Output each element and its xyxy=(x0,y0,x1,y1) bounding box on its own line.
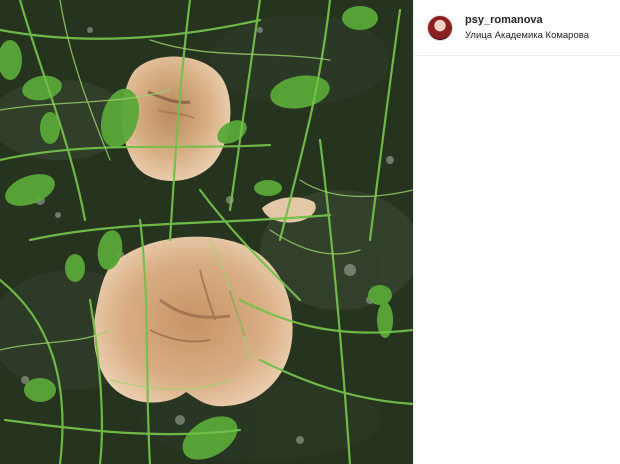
mushrooms-photo xyxy=(0,0,413,464)
post-meta: psy_romanova Улица Академика Комарова xyxy=(465,13,589,42)
location-link[interactable]: Улица Академика Комарова xyxy=(465,29,589,42)
post-header: psy_romanova Улица Академика Комарова xyxy=(414,0,620,56)
instagram-post: psy_romanova Улица Академика Комарова xyxy=(0,0,620,464)
avatar[interactable] xyxy=(427,14,453,41)
username-link[interactable]: psy_romanova xyxy=(465,13,589,27)
post-sidebar: psy_romanova Улица Академика Комарова xyxy=(413,0,620,464)
post-photo[interactable] xyxy=(0,0,413,464)
